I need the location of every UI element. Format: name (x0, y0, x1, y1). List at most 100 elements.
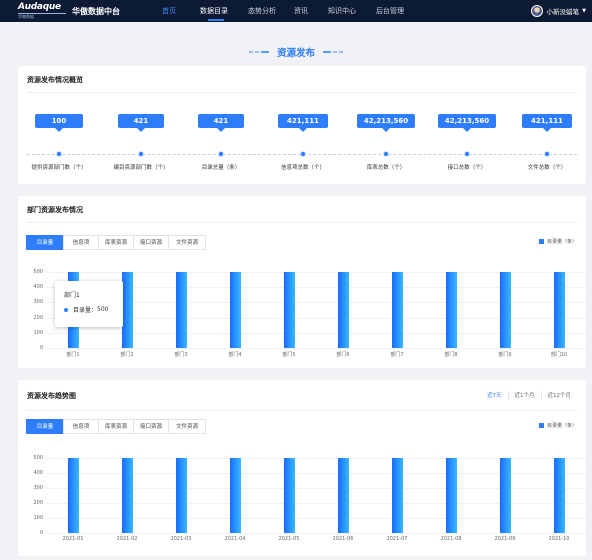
title-decoration-left (248, 51, 269, 53)
range-7-days[interactable]: 近7天 (481, 391, 508, 399)
trend-chart-bar[interactable] (283, 458, 295, 533)
trend-chart-x-tick-label: 2021-08 (440, 536, 462, 542)
trend-tabs: 目录量 信息项 库表资源 接口资源 文件资源 (26, 419, 206, 434)
app-title: 华傲数据中台 (72, 6, 120, 16)
dept-chart-bar[interactable] (121, 272, 133, 348)
tooltip-dot (64, 307, 68, 312)
range-1-month[interactable]: 近1个月 (507, 391, 541, 399)
nav-item-admin[interactable]: 后台管理 (376, 0, 408, 22)
dept-chart-bar[interactable] (337, 272, 349, 348)
dept-chart-y-tick-label: 200 (33, 314, 43, 321)
trend-chart-bar[interactable] (391, 458, 403, 533)
dept-chart-x-tick-label: 部门3 (174, 352, 188, 358)
tab-api-resources[interactable]: 接口资源 (133, 235, 169, 250)
nav-item-news[interactable]: 资讯 (294, 0, 310, 22)
dept-chart-bar[interactable] (229, 272, 241, 348)
tab-catalog-count[interactable]: 目录量 (26, 235, 64, 250)
tab-table-resources[interactable]: 库表资源 (98, 235, 134, 250)
tooltip-row: 目录量： 500 (64, 305, 108, 314)
divider (27, 410, 577, 411)
dept-chart-bar[interactable] (175, 272, 187, 348)
tooltip-series: 目录量 (73, 307, 92, 314)
dept-chart-y-tick-label: 300 (33, 299, 43, 306)
overview-label-3: 目录总量（条） (201, 165, 241, 171)
dept-chart-x-tick-label: 部门6 (336, 352, 350, 358)
range-12-months[interactable]: 近12个月 (540, 391, 578, 399)
overview-dot-2 (138, 151, 144, 157)
tab-file-resources[interactable]: 文件资源 (168, 235, 206, 250)
dept-chart-bar[interactable] (391, 272, 403, 348)
dept-chart-bar[interactable] (283, 272, 295, 348)
trend-chart-x-tick-label: 2021-04 (224, 536, 246, 542)
main-nav: 首页 数据目录 态势分析 资讯 知识中心 后台管理 (150, 0, 408, 22)
overview-value-2: 421 (118, 114, 164, 132)
overview-label-1: 提供资源部门数（个） (31, 165, 87, 171)
dept-chart-x-tick-label: 部门2 (120, 352, 134, 358)
overview-value-1: 100 (35, 114, 83, 132)
dept-chart-bar[interactable] (445, 272, 457, 348)
legend-swatch (538, 239, 544, 244)
trend-chart-y-tick-label: 200 (33, 500, 43, 506)
user-menu[interactable]: 小新没蜡笔 ▼ (530, 0, 586, 22)
tab-info-items[interactable]: 信息项 (63, 419, 99, 434)
overview-title: 资源发布情况概览 (27, 76, 83, 84)
dept-title: 部门资源发布情况 (27, 206, 83, 214)
trend-chart-bar[interactable] (337, 458, 349, 533)
nav-item-home[interactable]: 首页 (162, 0, 182, 22)
page-title: 资源发布 (276, 48, 315, 59)
overview-dot-6 (464, 151, 470, 157)
dept-chart-gridline (46, 348, 586, 349)
trend-chart-bar[interactable] (175, 458, 187, 533)
tab-info-items[interactable]: 信息项 (63, 235, 99, 250)
nav-item-knowledge-center[interactable]: 知识中心 (328, 0, 360, 22)
overview-label-4: 信息项总数（个） (280, 165, 325, 171)
overview-dot-1 (56, 151, 62, 157)
dept-chart-bar[interactable] (499, 272, 511, 348)
chevron-down-icon: ▼ (582, 8, 586, 14)
time-range-selector: 近7天 近1个月 近12个月 (481, 391, 577, 399)
dept-tabs: 目录量 信息项 库表资源 接口资源 文件资源 (26, 235, 206, 250)
trend-chart-x-tick-label: 2021-07 (386, 536, 408, 542)
nav-item-data-catalog[interactable]: 数据目录 (200, 0, 232, 22)
tab-table-resources[interactable]: 库表资源 (98, 419, 134, 434)
trend-chart-bar[interactable] (229, 458, 241, 533)
trend-chart-gridline (46, 533, 586, 534)
overview-value-3: 421 (198, 114, 244, 132)
overview-label-6: 接口总数（个） (447, 165, 487, 171)
trend-chart-bar[interactable] (499, 458, 511, 533)
trend-chart-bar[interactable] (445, 458, 457, 533)
top-nav-bar: Audaque 华傲数据 华傲数据中台 首页 数据目录 态势分析 资讯 知识中心… (0, 0, 592, 22)
dept-chart-bar[interactable] (553, 272, 565, 348)
dept-chart-x-tick-label: 部门4 (228, 352, 242, 358)
legend-label: 目录量（条） (546, 239, 577, 245)
overview-dot-3 (218, 151, 224, 157)
chart-tooltip: 部门1 目录量： 500 (55, 281, 123, 327)
overview-value-5: 42,213,560 (357, 114, 415, 132)
overview-value-7: 421,111 (522, 114, 572, 132)
overview-dot-4 (300, 151, 306, 157)
trend-chart-y-tick-label: 0 (39, 530, 43, 536)
trend-title: 资源发布趋势图 (27, 392, 76, 400)
trend-chart-y-tick-label: 100 (33, 515, 43, 521)
tab-api-resources[interactable]: 接口资源 (133, 419, 169, 434)
trend-chart-x-tick-label: 2021-06 (332, 536, 354, 542)
title-decoration-right (323, 51, 343, 53)
tab-file-resources[interactable]: 文件资源 (168, 419, 206, 434)
trend-chart-bar[interactable] (553, 458, 565, 533)
overview-dot-7 (544, 151, 550, 157)
trend-chart-bar[interactable] (121, 458, 133, 533)
tab-catalog-count[interactable]: 目录量 (26, 419, 64, 434)
nav-item-situation-analysis[interactable]: 态势分析 (248, 0, 280, 22)
trend-chart-x-tick-label: 2021-03 (170, 536, 192, 542)
user-name: 小新没蜡笔 (546, 8, 580, 16)
trend-chart-bar[interactable] (67, 458, 79, 533)
dept-chart-x-tick-label: 部门9 (498, 352, 512, 358)
trend-legend: 目录量（条） (538, 422, 577, 429)
dept-legend: 目录量（条） (538, 238, 577, 245)
avatar (530, 5, 543, 17)
overview-card: 资源发布情况概览 100 提供资源部门数（个） 421 编目资源部门数（个） 421 目录… (18, 66, 586, 184)
trend-chart-x-tick-label: 2021-09 (494, 536, 516, 542)
dept-chart-y-tick-label: 100 (33, 329, 43, 336)
legend-swatch (538, 423, 544, 428)
logo[interactable]: Audaque 华傲数据 (18, 3, 66, 19)
